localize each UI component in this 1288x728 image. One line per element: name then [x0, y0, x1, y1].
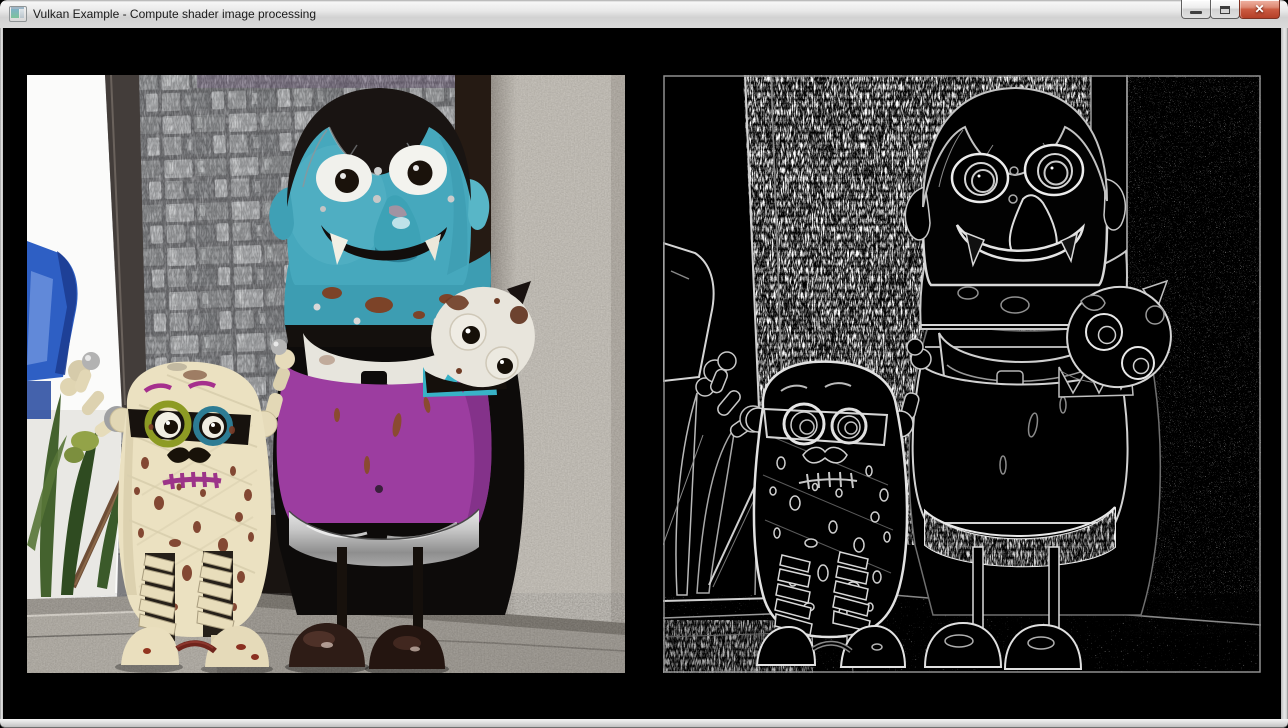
original-image-panel: [27, 75, 625, 673]
maximize-button[interactable]: [1210, 0, 1240, 19]
title-bar[interactable]: Vulkan Example - Compute shader image pr…: [0, 0, 1288, 29]
app-window-icon: [9, 6, 27, 22]
window-title: Vulkan Example - Compute shader image pr…: [33, 7, 316, 21]
close-icon: ✕: [1254, 1, 1264, 18]
edge-detected-image-panel: [663, 75, 1261, 673]
edge-detected-image: [663, 75, 1261, 673]
minimize-button[interactable]: [1181, 0, 1211, 19]
window-controls: ✕: [1182, 0, 1280, 19]
client-area: [3, 28, 1281, 719]
application-window: Vulkan Example - Compute shader image pr…: [0, 0, 1288, 728]
minimize-icon: [1190, 11, 1202, 14]
window-frame-bottom: [0, 719, 1288, 728]
maximize-icon: [1220, 6, 1230, 14]
window-frame-right: [1281, 28, 1288, 719]
close-button[interactable]: ✕: [1239, 0, 1280, 19]
original-image: [27, 75, 625, 673]
